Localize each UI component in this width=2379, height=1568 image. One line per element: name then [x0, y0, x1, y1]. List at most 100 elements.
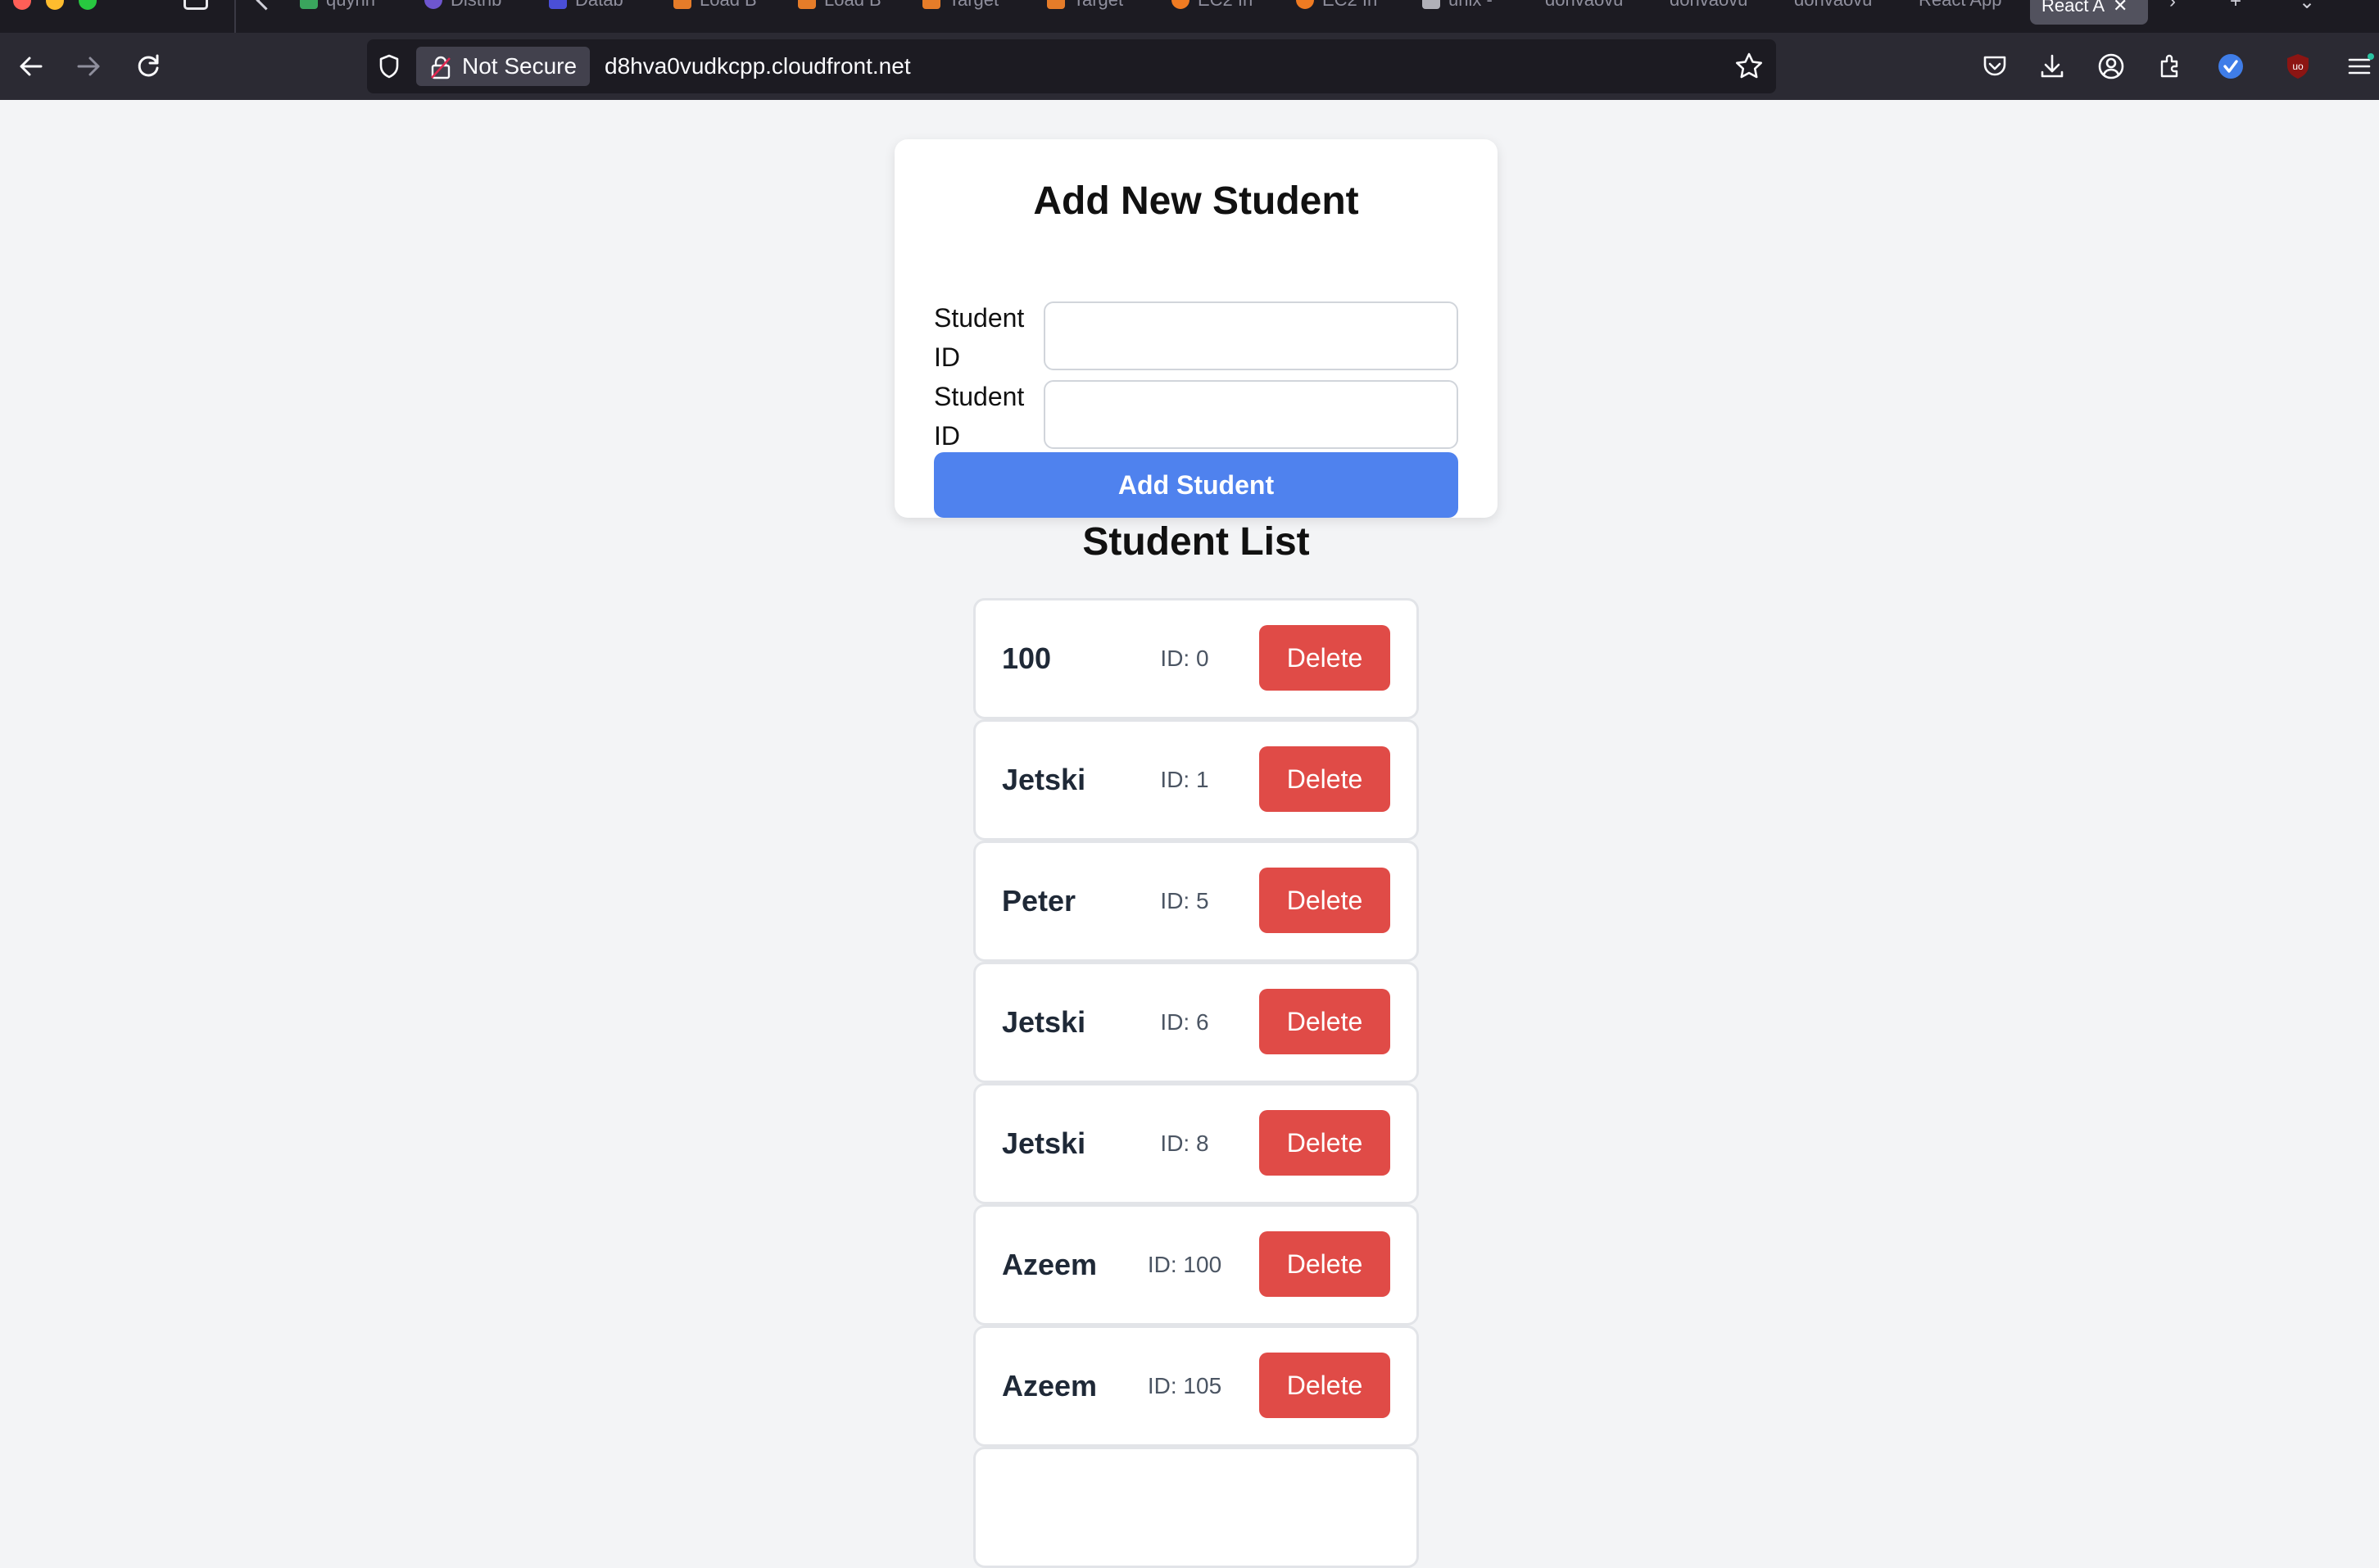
- app-menu-button[interactable]: [2345, 51, 2376, 82]
- student-list-title: Student List: [1082, 520, 1310, 564]
- student-row: Azeem ID: 100 Delete: [973, 1204, 1419, 1326]
- tab-load-b-1[interactable]: Load B: [673, 0, 772, 11]
- tab-react-app-active[interactable]: React A ✕: [2030, 0, 2148, 25]
- ublock-icon: uo: [2287, 54, 2309, 79]
- delete-button[interactable]: Delete: [1259, 989, 1390, 1054]
- student-id-text: ID: 0: [1160, 646, 1209, 671]
- list-all-tabs-icon[interactable]: ⌄: [2299, 0, 2315, 14]
- download-icon: [2041, 54, 2064, 78]
- tab-unix[interactable]: unix -: [1422, 0, 1520, 11]
- favicon-icon: [1296, 0, 1314, 9]
- add-student-form: Add New Student Student ID Student ID Ad…: [895, 139, 1498, 518]
- tab-overview-icon[interactable]: [184, 0, 208, 10]
- favicon-icon: [922, 0, 940, 9]
- address-bar[interactable]: Not Secure d8hva0vudkcpp.cloudfront.net: [367, 39, 1776, 93]
- student-row: Jetski ID: 6 Delete: [973, 962, 1419, 1083]
- delete-button[interactable]: Delete: [1259, 625, 1390, 691]
- tab-target-1[interactable]: Target: [922, 0, 1021, 11]
- student-id-text: ID: 8: [1160, 1131, 1209, 1156]
- tab-close-icon[interactable]: ✕: [2113, 0, 2128, 16]
- student-row: Azeem ID: 105 Delete: [973, 1326, 1419, 1447]
- favicon-icon: [673, 0, 691, 9]
- student-id-text: ID: 100: [1147, 1252, 1222, 1277]
- tab-datab[interactable]: Datab: [549, 0, 647, 11]
- tab-donvaovu-3[interactable]: donvaovu: [1794, 0, 1892, 11]
- minimize-window-button[interactable]: [46, 0, 64, 10]
- tab-target-2[interactable]: Target: [1047, 0, 1145, 11]
- extensions-icon: [2160, 54, 2178, 78]
- url-text[interactable]: d8hva0vudkcpp.cloudfront.net: [605, 39, 911, 93]
- delete-button[interactable]: Delete: [1259, 868, 1390, 933]
- tab-scroll-right-icon[interactable]: ›: [2169, 0, 2176, 13]
- vpn-icon: [2218, 54, 2243, 79]
- ublock-button[interactable]: uo: [2282, 51, 2313, 82]
- delete-button[interactable]: Delete: [1259, 1231, 1390, 1297]
- student-row: Jetski ID: 8 Delete: [973, 1083, 1419, 1204]
- account-button[interactable]: [2096, 51, 2127, 82]
- delete-button[interactable]: Delete: [1259, 746, 1390, 812]
- add-student-button[interactable]: Add Student: [934, 452, 1458, 518]
- favicon-icon: [300, 0, 318, 9]
- student-name: Jetski: [1002, 1005, 1086, 1039]
- account-icon: [2098, 53, 2124, 79]
- tab-strip: quynh Distrib Datab Load B Load B Target…: [0, 0, 2379, 33]
- student-name: Azeem: [1002, 1248, 1098, 1281]
- new-tab-icon[interactable]: +: [2230, 0, 2241, 13]
- tab-quynh[interactable]: quynh: [300, 0, 398, 11]
- student-row: Jetski ID: 1 Delete: [973, 719, 1419, 841]
- close-window-button[interactable]: [13, 0, 31, 10]
- lock-icon: [431, 56, 451, 79]
- favicon-icon: [1422, 0, 1440, 9]
- star-icon[interactable]: [1733, 51, 1765, 82]
- favicon-icon: [549, 0, 567, 9]
- favicon-icon: [1171, 0, 1190, 9]
- favicon-icon: [424, 0, 442, 9]
- tab-scroll-left-icon[interactable]: [256, 0, 276, 11]
- student-id-label-2: Student ID: [934, 382, 1025, 451]
- student-name: Peter: [1002, 884, 1076, 918]
- student-id-label: Student ID: [934, 303, 1025, 372]
- student-name: Azeem: [1002, 1369, 1098, 1403]
- extensions-button[interactable]: [2155, 51, 2186, 82]
- delete-button[interactable]: Delete: [1259, 1353, 1390, 1418]
- navigation-toolbar: Not Secure d8hva0vudkcpp.cloudfront.net …: [0, 33, 2379, 100]
- tab-load-b-2[interactable]: Load B: [798, 0, 896, 11]
- reload-icon: [138, 54, 159, 77]
- tab-distrib[interactable]: Distrib: [424, 0, 523, 11]
- tab-ec2-2[interactable]: EC2 In: [1296, 0, 1394, 11]
- tab-ec2-1[interactable]: EC2 In: [1171, 0, 1270, 11]
- student-id-input[interactable]: [1044, 301, 1458, 370]
- reload-button[interactable]: [131, 49, 165, 84]
- shield-icon[interactable]: [378, 54, 400, 79]
- forward-icon: [77, 57, 100, 76]
- tab-donvaovu-1[interactable]: donvaovu: [1545, 0, 1643, 11]
- delete-button[interactable]: Delete: [1259, 1110, 1390, 1176]
- student-row: Peter ID: 5 Delete: [973, 841, 1419, 962]
- page-content: Add New Student Student ID Student ID Ad…: [0, 100, 2379, 1568]
- student-name-input[interactable]: [1044, 380, 1458, 449]
- zoom-window-button[interactable]: [79, 0, 97, 10]
- student-id-text: ID: 1: [1160, 767, 1209, 792]
- student-name: Jetski: [1002, 763, 1086, 796]
- tab-donvaovu-2[interactable]: donvaovu: [1670, 0, 1768, 11]
- favicon-icon: [1047, 0, 1065, 9]
- vpn-extension-button[interactable]: [2215, 51, 2246, 82]
- not-secure-badge[interactable]: Not Secure: [416, 47, 591, 86]
- student-name: 100: [1002, 641, 1052, 675]
- student-list: 100 ID: 0 Delete Jetski ID: 1 Delete Pet…: [973, 598, 1419, 1568]
- downloads-button[interactable]: [2037, 51, 2068, 82]
- tab-separator: [234, 0, 236, 33]
- student-row: 100 ID: 0 Delete: [973, 598, 1419, 719]
- back-button[interactable]: [13, 49, 48, 84]
- pocket-button[interactable]: [1979, 51, 2010, 82]
- tab-react-app[interactable]: React App: [1919, 0, 2025, 11]
- form-title: Add New Student: [1033, 179, 1359, 223]
- pocket-icon: [1983, 56, 2006, 76]
- favicon-icon: [798, 0, 816, 9]
- student-id-text: ID: 5: [1160, 888, 1209, 913]
- forward-button[interactable]: [72, 49, 106, 84]
- back-icon: [20, 57, 43, 76]
- svg-text:uo: uo: [2292, 61, 2304, 72]
- menu-icon: [2348, 53, 2374, 75]
- student-id-text: ID: 105: [1147, 1373, 1222, 1398]
